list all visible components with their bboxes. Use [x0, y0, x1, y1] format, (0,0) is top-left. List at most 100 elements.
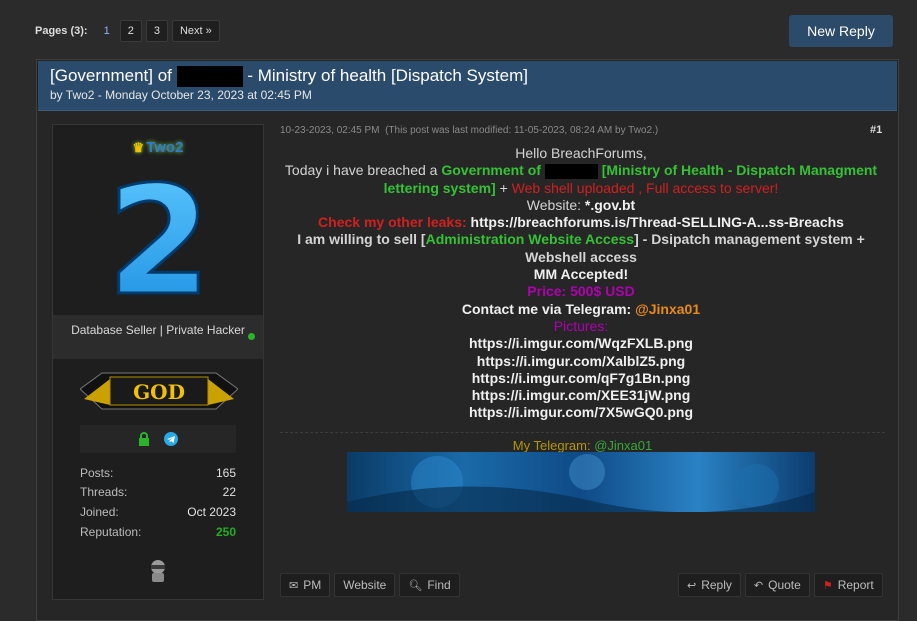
find-label: Find — [427, 578, 451, 592]
user-title: Database Seller | Private Hacker — [53, 315, 263, 359]
intro-text: Today i have breached a — [284, 162, 438, 179]
signature-handle[interactable]: @Jinxa01 — [594, 438, 652, 453]
redaction-bar — [544, 164, 598, 180]
redaction-bar — [176, 66, 243, 88]
quote-icon: ↶ — [753, 579, 764, 592]
stat-value: 165 — [215, 465, 236, 480]
sell-prefix: I am willing to sell [ — [297, 231, 426, 248]
crown-icon: ♛ — [132, 140, 145, 155]
pagination-label: Pages (3): — [35, 25, 88, 37]
telegram-icon[interactable] — [164, 432, 178, 446]
top-bar: Pages (3): 1 2 3 Next » New Reply — [0, 0, 917, 60]
sell-highlight: Administration Website Access — [425, 231, 635, 248]
post-meta: 10-23-2023, 02:45 PM (This post was last… — [280, 125, 658, 136]
thread-title-prefix: [Government] of — [50, 66, 172, 85]
thread-header: [Government] of - Ministry of health [Di… — [38, 61, 897, 111]
picture-link[interactable]: https://i.imgur.com/7X5wGQ0.png — [280, 404, 882, 421]
signature-banner-image — [347, 452, 815, 512]
picture-link[interactable]: https://i.imgur.com/XEE31jW.png — [280, 387, 882, 404]
god-rank-badge: GOD — [80, 372, 238, 410]
leaks-line: Check my other leaks: https://breachforu… — [280, 214, 882, 231]
website-line: Website: *.gov.bt — [280, 197, 882, 214]
next-page-link[interactable]: Next » — [171, 20, 220, 42]
contact-label: Contact me via Telegram: — [461, 300, 632, 317]
stat-label: Posts: — [80, 465, 114, 480]
picture-link[interactable]: https://i.imgur.com/XalblZ5.png — [280, 353, 882, 370]
page-current: 1 — [103, 25, 110, 37]
flag-icon: ⚑ — [822, 579, 833, 592]
quote-button[interactable]: ↶ Quote — [744, 573, 810, 597]
price-line: Price: 500$ USD — [527, 283, 635, 300]
pm-label: PM — [303, 578, 322, 592]
sell-line: I am willing to sell [Administration Web… — [280, 231, 882, 266]
stat-value: 22 — [222, 485, 236, 500]
signature: My Telegram: @Jinxa01 — [280, 438, 885, 453]
post-intro-line: Today i have breached a Government of [M… — [280, 162, 882, 197]
plus-sign: + — [499, 179, 508, 196]
post-number[interactable]: #1 — [870, 124, 882, 136]
avatar[interactable]: 2 — [113, 167, 205, 305]
stat-posts: Posts: 165 — [80, 463, 236, 483]
author-username[interactable]: ♛ Two2 — [53, 139, 263, 156]
contact-line: Contact me via Telegram: @Jinxa01 — [280, 301, 882, 318]
lock-icon — [139, 432, 149, 446]
quote-label: Quote — [768, 578, 801, 592]
author-username-text: Two2 — [146, 139, 184, 156]
reply-label: Reply — [701, 578, 732, 592]
stat-label: Threads: — [80, 485, 128, 500]
leaks-link[interactable]: https://breachforums.is/Thread-SELLING-A… — [471, 214, 844, 230]
new-reply-button[interactable]: New Reply — [789, 15, 893, 47]
webshell-text: Web shell uploaded , Full access to serv… — [511, 179, 779, 196]
god-badge-text: GOD — [133, 380, 185, 404]
report-label: Report — [837, 578, 874, 592]
post: ♛ Two2 2 Database Seller | Private Hacker — [37, 111, 898, 620]
website-label: Website: — [526, 196, 582, 213]
author-stats: Posts: 165 Threads: 22 Joined: Oct 2023 Rep… — [80, 463, 236, 541]
website-button-label: Website — [343, 578, 387, 592]
post-actions-left: ✉ PM Website 🔍︎ Find — [280, 573, 460, 597]
pictures-label: Pictures: — [553, 317, 609, 334]
stat-reputation: Reputation: 250 — [80, 522, 236, 542]
thread-byline: by Two2 - Monday October 23, 2023 at 02:… — [50, 88, 312, 102]
post-actions-right: ↩ Reply ↶ Quote ⚑ Report — [678, 573, 883, 597]
post-date: 10-23-2023, 02:45 PM — [280, 125, 380, 136]
stat-joined: Joined: Oct 2023 — [80, 502, 236, 522]
thread-title-suffix: - Ministry of health [Dispatch System] — [247, 66, 528, 85]
picture-link[interactable]: https://i.imgur.com/qF7g1Bn.png — [280, 370, 882, 387]
report-button[interactable]: ⚑ Report — [813, 573, 883, 597]
avatar-numeral: 2 — [113, 167, 205, 305]
thread-container: [Government] of - Ministry of health [Di… — [36, 59, 899, 621]
signature-label: My Telegram: — [512, 438, 591, 453]
mm-accepted: MM Accepted! — [533, 266, 629, 283]
leaks-label: Check my other leaks: — [318, 214, 467, 231]
website-button[interactable]: Website — [334, 573, 396, 597]
reply-icon: ↩ — [687, 579, 697, 592]
post-greeting: Hello BreachForums, — [515, 145, 647, 161]
picture-link[interactable]: https://i.imgur.com/WqzFXLB.png — [280, 335, 882, 352]
page-link-2[interactable]: 2 — [119, 20, 142, 42]
user-title-text: Database Seller | Private Hacker — [71, 323, 245, 337]
find-button[interactable]: 🔍︎ Find — [399, 573, 460, 597]
ninja-icon — [151, 560, 165, 582]
page-link-3[interactable]: 3 — [145, 20, 168, 42]
envelope-icon: ✉ — [289, 579, 299, 592]
gov-label: Government of — [441, 162, 541, 179]
stat-label: Reputation: — [80, 524, 142, 539]
post-body: Hello BreachForums, Today i have breache… — [280, 145, 882, 422]
reply-button[interactable]: ↩ Reply — [678, 573, 741, 597]
website-value: *.gov.bt — [584, 196, 636, 213]
search-icon: 🔍︎ — [408, 579, 423, 592]
post-modified-note: (This post was last modified: 11-05-2023… — [385, 125, 659, 136]
online-status-icon — [248, 333, 255, 340]
contact-handle[interactable]: @Jinxa01 — [635, 301, 700, 317]
stat-label: Joined: — [80, 504, 119, 519]
thread-title: [Government] of - Ministry of health [Di… — [50, 66, 528, 88]
stat-threads: Threads: 22 — [80, 483, 236, 503]
pagination: Pages (3): 1 2 3 Next » — [35, 20, 220, 42]
author-panel: ♛ Two2 2 Database Seller | Private Hacker — [52, 124, 264, 600]
author-icon-row — [80, 425, 236, 453]
stat-value[interactable]: 250 — [216, 525, 236, 539]
stat-value: Oct 2023 — [187, 504, 236, 519]
pm-button[interactable]: ✉ PM — [280, 573, 331, 597]
signature-divider — [280, 432, 885, 433]
